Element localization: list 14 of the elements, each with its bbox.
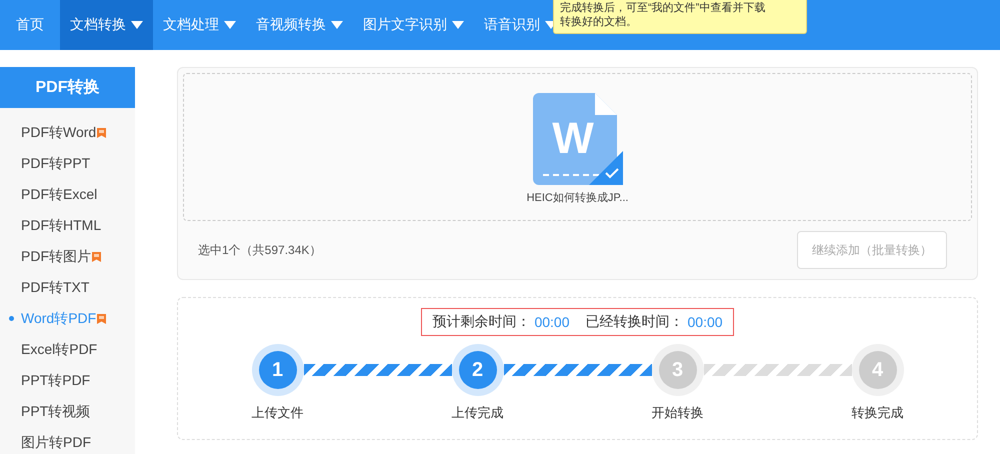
time-label: 已经转换时间： xyxy=(586,313,684,331)
step-label: 上传完成 xyxy=(452,404,504,422)
step-label: 上传文件 xyxy=(252,404,304,422)
time-label: 预计剩余时间： xyxy=(432,313,530,331)
selection-summary: 选中1个（共597.34K） xyxy=(198,242,322,258)
step-label: 开始转换 xyxy=(652,404,704,422)
time-value: 00:00 xyxy=(534,314,570,330)
sidebar-title: PDF转换 xyxy=(0,67,135,108)
file-name: HEIC如何转换成JP... xyxy=(526,191,628,205)
step-circle: 1 xyxy=(252,344,304,396)
step-circle: 2 xyxy=(452,344,504,396)
tooltip: 完成转换后，可至“我的文件”中查看并下载 转换好的文档。 xyxy=(553,0,807,34)
time-value: 00:00 xyxy=(688,314,723,330)
step-label: 转换完成 xyxy=(852,404,904,422)
